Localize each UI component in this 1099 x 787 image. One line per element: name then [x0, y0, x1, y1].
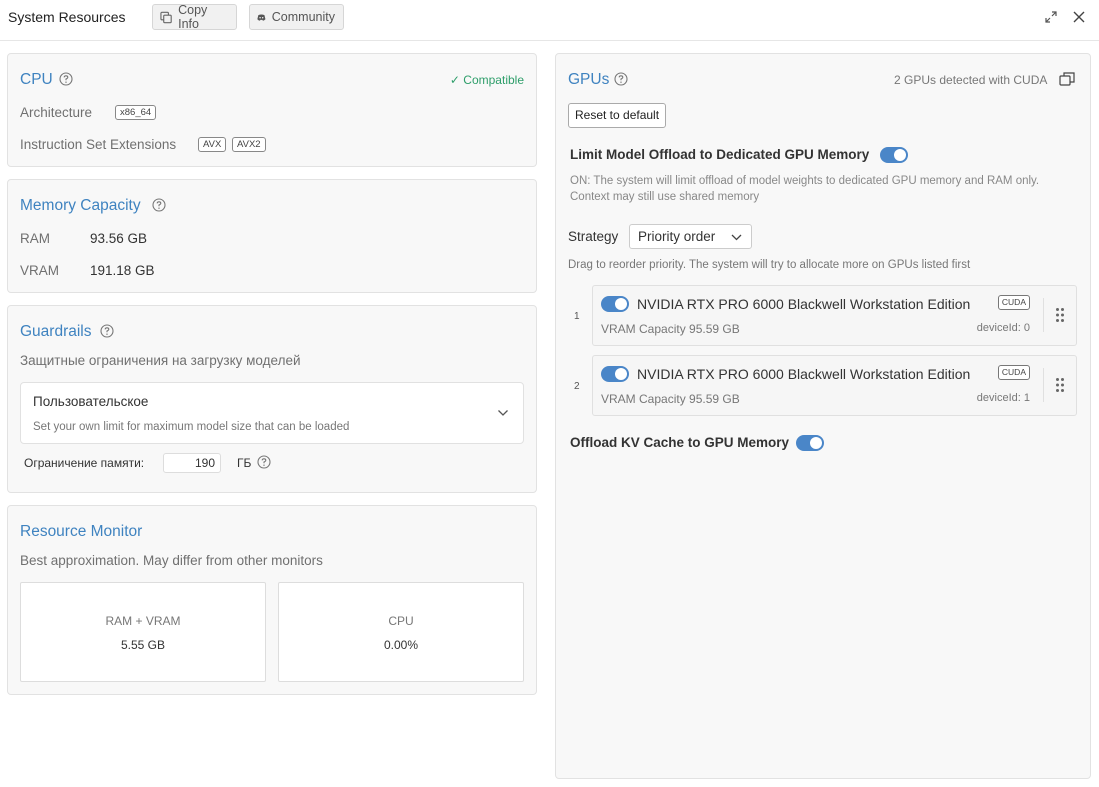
extension-chip-avx2: AVX2: [232, 137, 266, 152]
discord-icon: [257, 13, 266, 21]
expand-icon[interactable]: [1044, 10, 1058, 24]
gpu-vram-capacity: VRAM Capacity 95.59 GB: [601, 392, 740, 406]
cpu-stat: CPU 0.00%: [278, 582, 524, 682]
guardrails-option-description: Set your own limit for maximum model siz…: [33, 421, 350, 433]
vram-label: VRAM: [20, 263, 60, 278]
limit-offload-toggle[interactable]: [880, 147, 908, 163]
guardrails-card: Guardrails Защитные ограничения на загру…: [7, 305, 537, 493]
title-bar: System Resources Copy Info Community: [0, 0, 1099, 41]
gpu-device-row[interactable]: NVIDIA RTX PRO 6000 Blackwell Workstatio…: [592, 285, 1077, 346]
extensions-label: Instruction Set Extensions: [20, 137, 177, 152]
divider: [1043, 368, 1044, 402]
memory-limit-unit: ГБ: [237, 456, 252, 470]
resource-monitor-card: Resource Monitor Best approximation. May…: [7, 505, 537, 695]
ram-label: RAM: [20, 231, 50, 246]
reorder-hint: Drag to reorder priority. The system wil…: [568, 259, 971, 271]
cpu-card: CPU ✓ Compatible Architecture x86_64 Ins…: [7, 53, 537, 167]
gpu-priority-index: 1: [574, 311, 580, 322]
memory-card: Memory Capacity RAM 93.56 GB VRAM 191.18…: [7, 179, 537, 293]
gpus-detected-text: 2 GPUs detected with CUDA: [894, 73, 1048, 87]
limit-offload-description-1: ON: The system will limit offload of mod…: [570, 175, 1040, 187]
architecture-label: Architecture: [20, 105, 93, 120]
resource-monitor-subtitle: Best approximation. May differ from othe…: [20, 553, 323, 568]
copy-icon[interactable]: [1059, 72, 1075, 86]
ram-value: 93.56 GB: [90, 231, 148, 246]
memory-limit-input[interactable]: 190: [163, 453, 221, 473]
drag-handle-icon[interactable]: [1055, 377, 1065, 393]
community-button[interactable]: Community: [249, 4, 344, 30]
gpu-vram-capacity: VRAM Capacity 95.59 GB: [601, 322, 740, 336]
chevron-down-icon: [731, 234, 742, 241]
close-icon[interactable]: [1072, 10, 1086, 24]
strategy-label: Strategy: [568, 229, 619, 244]
guardrails-selected-option: Пользовательское: [33, 394, 149, 409]
kv-cache-label: Offload KV Cache to GPU Memory: [570, 435, 790, 450]
gpus-card: GPUs 2 GPUs detected with CUDA Reset to …: [555, 53, 1091, 779]
copy-info-label: Copy Info: [178, 3, 208, 31]
cpu-stat-label: CPU: [388, 614, 414, 628]
extension-chip-avx: AVX: [198, 137, 227, 152]
limit-offload-description-2: Context may still use shared memory: [570, 191, 760, 203]
window-title: System Resources: [8, 9, 126, 25]
gpus-title: GPUs: [568, 71, 610, 88]
divider: [1043, 298, 1044, 332]
guardrails-title: Guardrails: [20, 323, 92, 340]
gpu-device-row[interactable]: NVIDIA RTX PRO 6000 Blackwell Workstatio…: [592, 355, 1077, 416]
gpu-backend-chip: CUDA: [997, 295, 1030, 310]
reset-to-default-button[interactable]: Reset to default: [568, 103, 667, 128]
memory-title: Memory Capacity: [20, 197, 141, 214]
chevron-down-icon: [498, 410, 508, 416]
gpu-name: NVIDIA RTX PRO 6000 Blackwell Workstatio…: [637, 296, 971, 312]
guardrails-subtitle: Защитные ограничения на загрузку моделей: [20, 353, 301, 368]
ram-vram-stat-value: 5.55 GB: [120, 638, 166, 652]
copy-info-button[interactable]: Copy Info: [152, 3, 237, 31]
cpu-title: CPU: [20, 71, 53, 88]
help-icon[interactable]: [100, 324, 114, 338]
help-icon[interactable]: [152, 198, 166, 212]
drag-handle-icon[interactable]: [1055, 307, 1065, 323]
ram-vram-stat-label: RAM + VRAM: [105, 614, 181, 628]
gpu-name: NVIDIA RTX PRO 6000 Blackwell Workstatio…: [637, 366, 971, 382]
gpu-device-id: deviceId: 1: [976, 392, 1030, 404]
gpu-device-id: deviceId: 0: [976, 322, 1030, 334]
guardrails-mode-dropdown[interactable]: Пользовательское Set your own limit for …: [20, 382, 524, 444]
help-icon[interactable]: [59, 72, 73, 86]
kv-cache-toggle[interactable]: [796, 435, 824, 451]
community-label: Community: [271, 10, 335, 24]
gpu-enable-toggle[interactable]: [601, 296, 629, 312]
limit-offload-label: Limit Model Offload to Dedicated GPU Mem…: [570, 147, 870, 162]
gpu-enable-toggle[interactable]: [601, 366, 629, 382]
memory-limit-label: Ограничение памяти:: [24, 456, 145, 470]
strategy-value: Priority order: [638, 229, 716, 244]
vram-value: 191.18 GB: [90, 263, 155, 278]
ram-vram-stat: RAM + VRAM 5.55 GB: [20, 582, 266, 682]
help-icon[interactable]: [614, 72, 628, 86]
gpu-priority-index: 2: [574, 381, 580, 392]
help-icon[interactable]: [257, 455, 271, 469]
resource-monitor-title: Resource Monitor: [20, 523, 143, 540]
cpu-stat-value: 0.00%: [383, 638, 419, 652]
gpu-backend-chip: CUDA: [997, 365, 1030, 380]
strategy-select[interactable]: Priority order: [629, 224, 752, 249]
architecture-chip: x86_64: [115, 105, 157, 120]
compatible-status: ✓ Compatible: [449, 73, 524, 87]
copy-icon: [160, 11, 172, 23]
